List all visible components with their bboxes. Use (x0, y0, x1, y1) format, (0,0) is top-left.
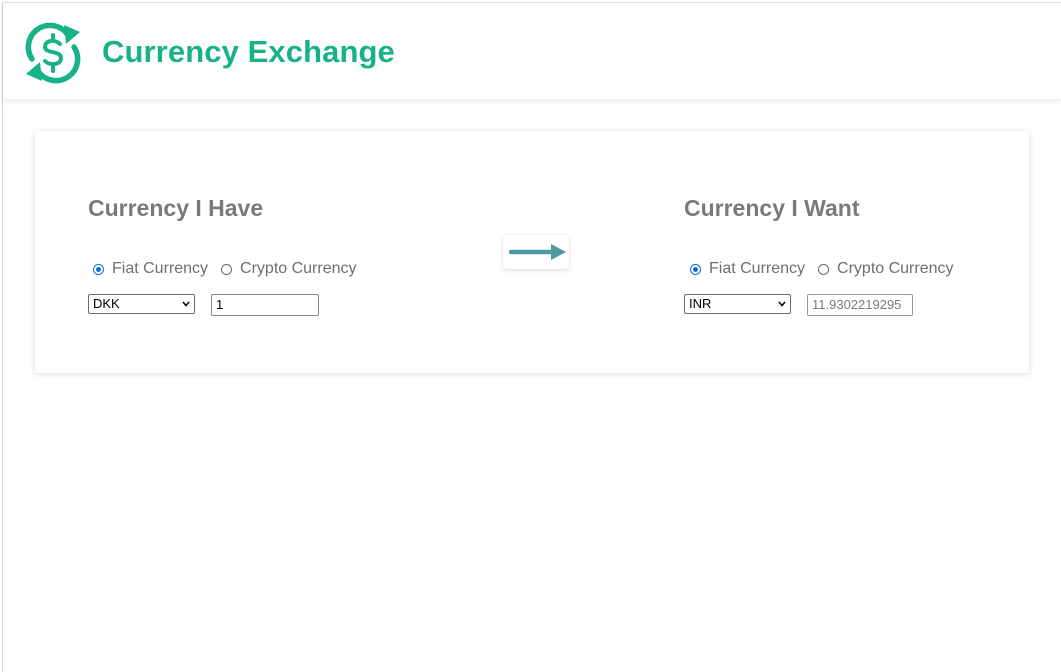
have-crypto-label[interactable]: Crypto Currency (240, 260, 356, 278)
want-amount-output[interactable]: 11.9302219295 (807, 294, 913, 316)
want-title: Currency I Want (684, 195, 860, 221)
dollar-exchange-icon (21, 20, 85, 86)
have-fiat-label[interactable]: Fiat Currency (112, 260, 208, 278)
chevron-down-icon (778, 301, 786, 307)
have-currency-value: DKK (93, 296, 120, 311)
want-type-radio-group: Fiat Currency Crypto Currency (690, 259, 967, 279)
app-title: Currency Exchange (102, 34, 395, 69)
have-crypto-radio[interactable] (221, 263, 233, 275)
have-fiat-radio[interactable] (93, 263, 104, 275)
converter-card: Currency I Have Fiat Currency Crypto Cur… (35, 131, 1029, 373)
want-fiat-label[interactable]: Fiat Currency (709, 260, 805, 278)
want-currency-value: INR (689, 296, 712, 311)
arrow-right-icon (509, 244, 566, 260)
want-crypto-radio[interactable] (818, 263, 830, 275)
want-crypto-label[interactable]: Crypto Currency (837, 260, 953, 278)
have-currency-select[interactable]: DKK (88, 294, 195, 314)
want-currency-select[interactable]: INR (684, 294, 791, 314)
have-amount-input[interactable]: 1 (211, 294, 319, 316)
chevron-down-icon (182, 301, 190, 307)
have-type-radio-group: Fiat Currency Crypto Currency (93, 259, 370, 279)
swap-button[interactable] (503, 235, 569, 269)
want-fiat-radio[interactable] (690, 263, 701, 275)
app-header: Currency Exchange (3, 3, 1061, 99)
have-title: Currency I Have (88, 195, 264, 221)
